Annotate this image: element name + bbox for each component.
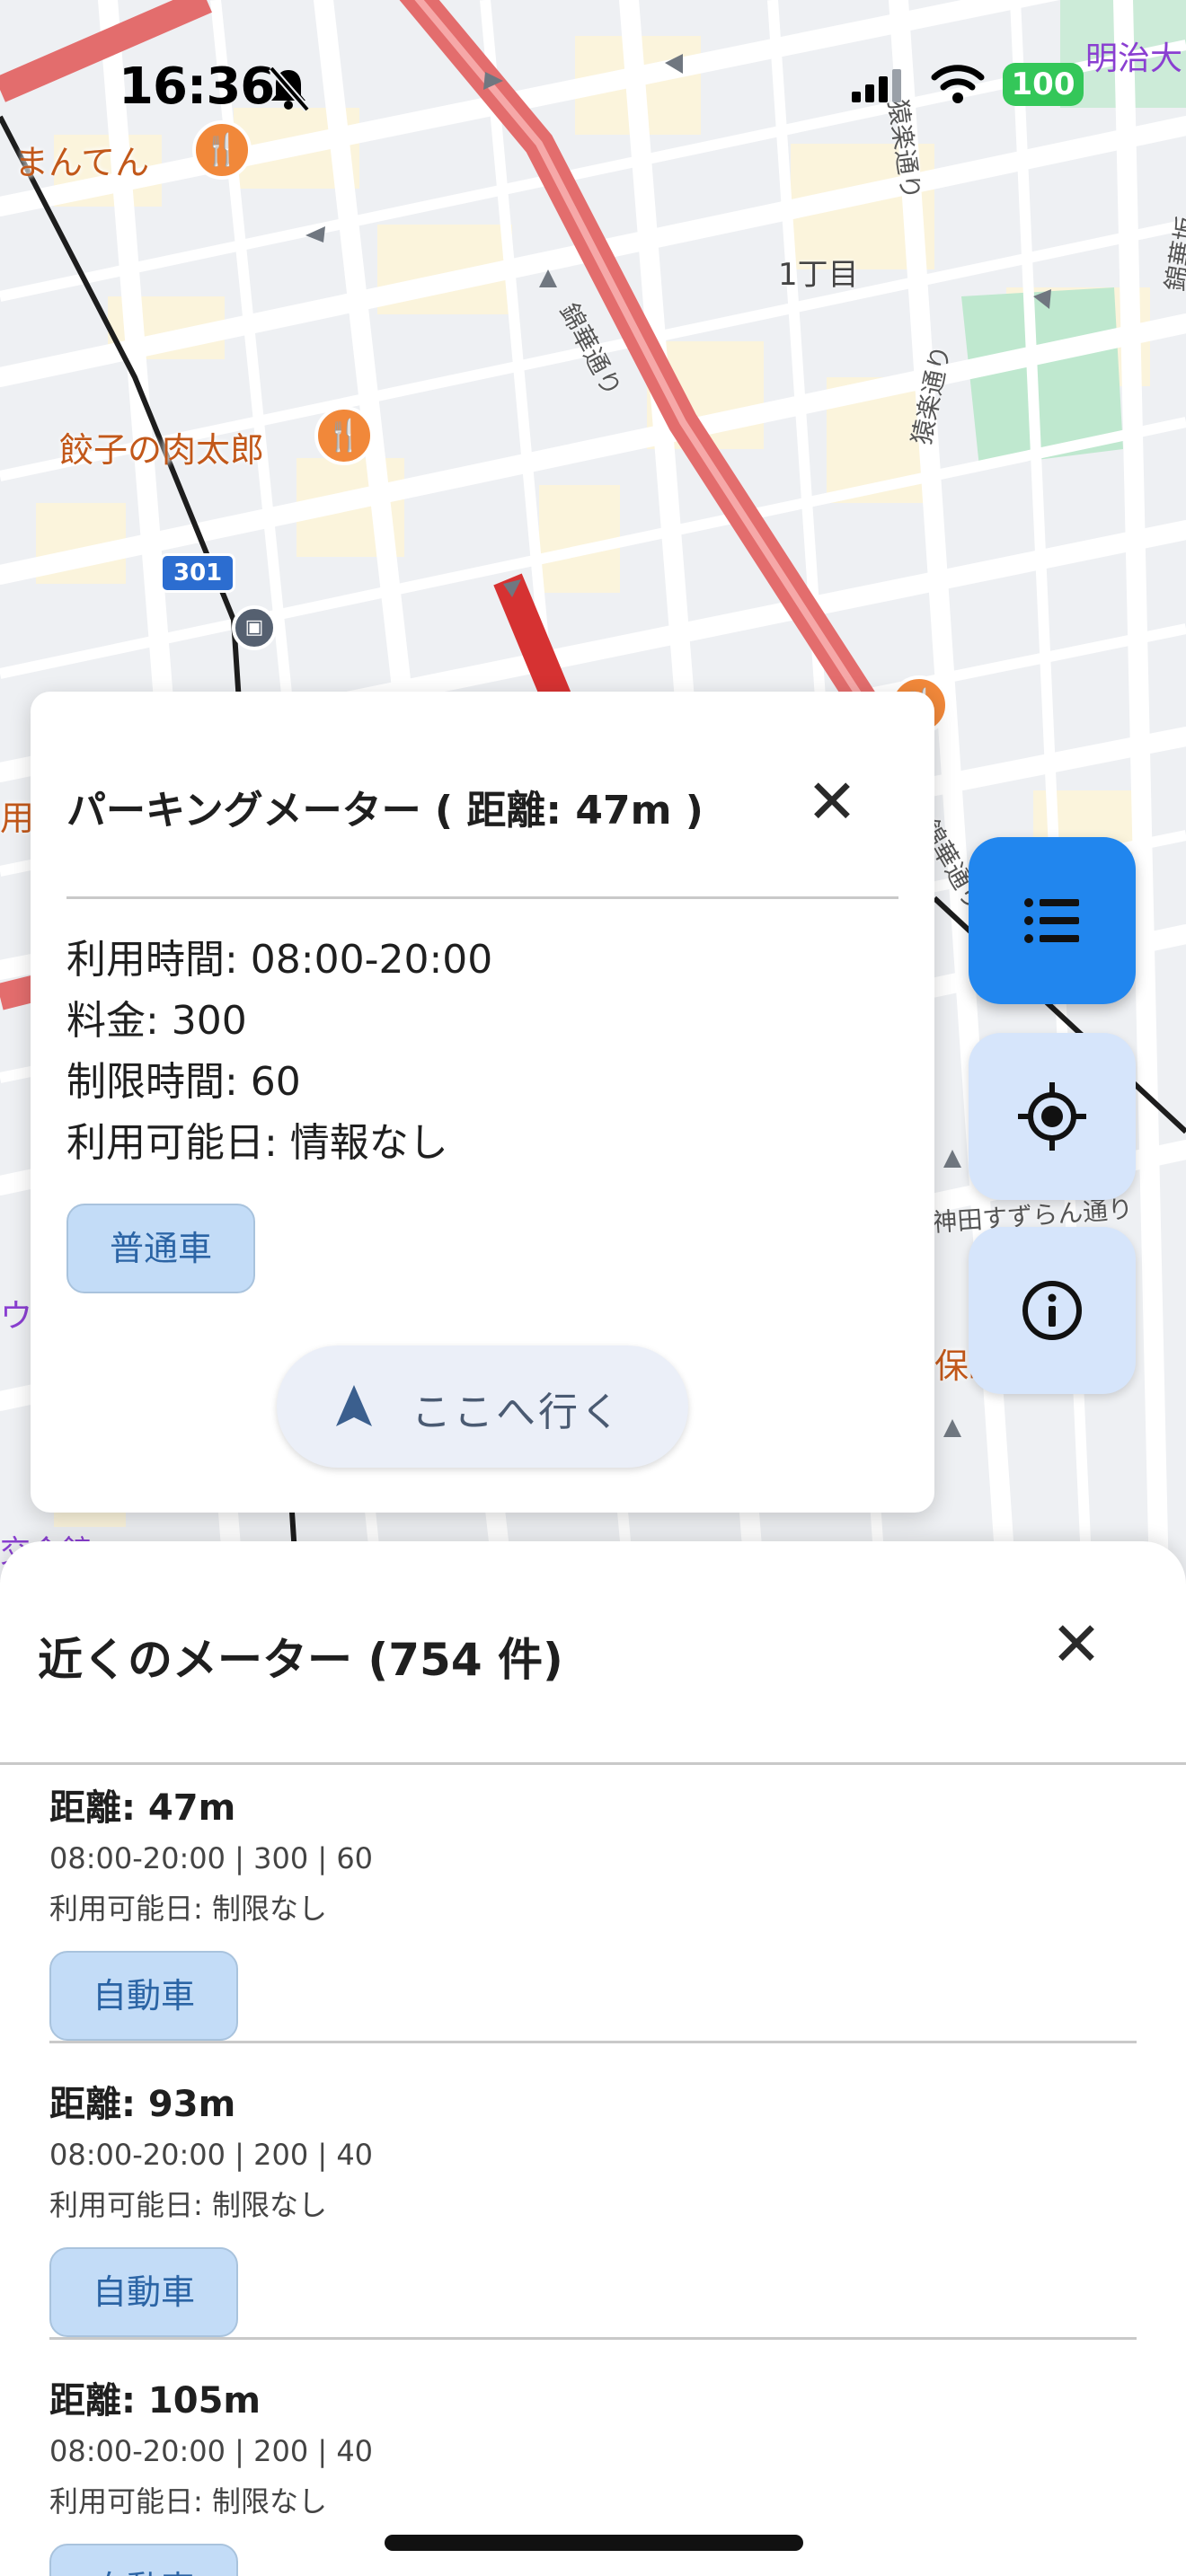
divider [66, 896, 898, 899]
meter-detail-card: パーキングメーター ( 距離: 47m ) ✕ 利用時間: 08:00-20:0… [31, 692, 934, 1513]
map-fragment-label: ウ [0, 1298, 33, 1335]
restaurant-icon[interactable]: 🍴 [314, 406, 374, 465]
bell-off-icon [268, 66, 311, 111]
detail-available-days: 利用可能日: 情報なし [66, 1120, 448, 1166]
vehicle-type-chip[interactable]: 普通車 [66, 1204, 255, 1293]
list-item[interactable]: 距離: 47m 08:00-20:00 | 300 | 60 利用可能日: 制限… [49, 1771, 1137, 2068]
area-label: 1丁目 [778, 257, 859, 293]
cellular-signal-icon [852, 69, 901, 102]
status-bar: 16:36 100 [0, 54, 1186, 126]
vehicle-type-chip[interactable]: 自動車 [49, 1951, 238, 2041]
my-location-button[interactable] [969, 1033, 1136, 1200]
meter-info: 08:00-20:00 | 300 | 60 [49, 1841, 374, 1875]
wifi-icon [931, 65, 985, 103]
detail-hours: 利用時間: 08:00-20:00 [66, 937, 493, 983]
close-icon[interactable]: ✕ [1040, 1610, 1112, 1681]
vehicle-type-chip[interactable]: 自動車 [49, 2544, 238, 2576]
divider [0, 1762, 1186, 1765]
detail-time-limit: 制限時間: 60 [66, 1059, 301, 1105]
meter-available-days: 利用可能日: 制限なし [49, 2484, 327, 2519]
info-icon [1022, 1281, 1082, 1340]
detail-title: パーキングメーター ( 距離: 47m ) [66, 788, 704, 834]
my-location-icon [1018, 1082, 1086, 1151]
meter-available-days: 利用可能日: 制限なし [49, 1892, 327, 1926]
navigate-here-label: ここへ行く [412, 1389, 623, 1435]
home-indicator[interactable] [385, 2535, 803, 2551]
poi-label[interactable]: まんてん [14, 135, 149, 184]
sheet-title: 近くのメーター (754 件) [38, 1634, 563, 1686]
list-icon [1024, 898, 1079, 943]
divider [49, 2337, 1137, 2340]
vehicle-type-chip[interactable]: 自動車 [49, 2247, 238, 2337]
meter-distance: 距離: 105m [49, 2380, 261, 2422]
nearby-meters-sheet[interactable]: 近くのメーター (754 件) ✕ 距離: 47m 08:00-20:00 | … [0, 1541, 1186, 2576]
meter-info: 08:00-20:00 | 200 | 40 [49, 2138, 374, 2172]
meter-info: 08:00-20:00 | 200 | 40 [49, 2434, 374, 2468]
navigate-here-button[interactable]: ここへ行く [277, 1345, 688, 1468]
map-fragment-label: 用 [0, 798, 35, 838]
meter-distance: 距離: 47m [49, 1787, 236, 1829]
close-icon[interactable]: ✕ [796, 767, 868, 839]
poi-label[interactable]: 餃子の肉太郎 [59, 422, 264, 472]
divider [49, 2041, 1137, 2043]
clock: 16:36 [119, 57, 275, 116]
bus-stop-icon[interactable]: ▣ [232, 605, 277, 650]
meter-distance: 距離: 93m [49, 2084, 236, 2125]
detail-fee: 料金: 300 [66, 998, 247, 1044]
list-item[interactable]: 距離: 93m 08:00-20:00 | 200 | 40 利用可能日: 制限… [49, 2068, 1137, 2364]
route-badge: 301 [160, 553, 236, 593]
battery-indicator: 100 [1003, 63, 1084, 106]
meter-available-days: 利用可能日: 制限なし [49, 2188, 327, 2222]
navigation-arrow-icon [336, 1385, 372, 1426]
list-toggle-button[interactable] [969, 837, 1136, 1004]
restaurant-icon[interactable]: 🍴 [192, 120, 252, 180]
info-button[interactable] [969, 1227, 1136, 1394]
